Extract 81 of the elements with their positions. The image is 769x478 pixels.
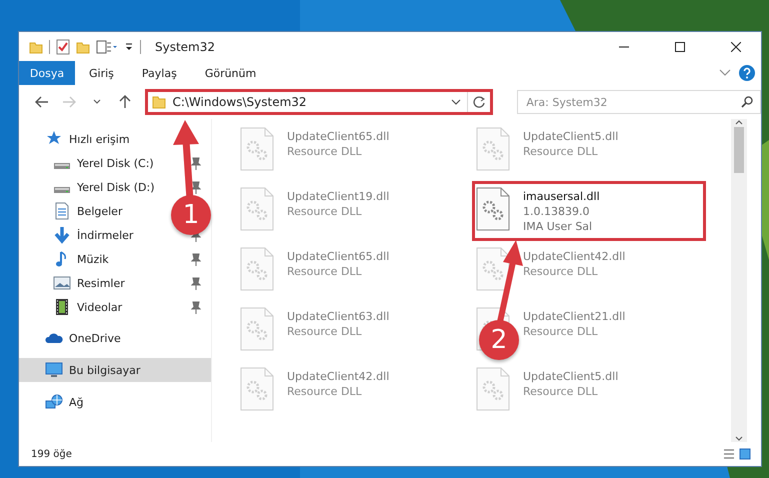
nav-item[interactable]: Hızlı erişim [19,127,169,151]
nav-item[interactable]: Yerel Disk (C:) [19,151,169,175]
gear-file-icon [240,187,274,231]
pin-icon [191,252,201,266]
pin-icon [191,180,201,194]
file-detail: Resource DLL [523,264,599,279]
refresh-icon[interactable] [473,96,486,108]
ribbon-tab[interactable]: Paylaş [128,61,191,85]
down-arrow-icon [53,226,71,244]
gear-file-icon [476,187,510,231]
chevron-down-icon[interactable] [451,99,462,105]
file-name[interactable]: UpdateClient63.dll [287,309,390,324]
file-name[interactable]: imausersal.dll [523,189,600,204]
address-path: C:\Windows\System32 [172,95,308,109]
folder-icon [152,95,166,109]
scrollbar[interactable] [731,119,747,442]
maximize-icon [675,42,685,52]
ribbon-tab[interactable]: Görünüm [190,61,270,85]
gear-file-icon [476,247,510,291]
ribbon-tab[interactable]: Giriş [75,61,128,85]
gear-file-icon [240,307,274,351]
large-icons-view-icon[interactable] [739,448,751,460]
file-detail: Resource DLL [287,384,363,399]
picture-icon [53,274,71,292]
nav-item[interactable]: İndirmeler [19,223,169,247]
file-detail: Resource DLL [523,144,599,159]
film-icon [53,298,71,316]
nav-item[interactable]: Yerel Disk (D:) [19,175,169,199]
file-detail: IMA User Sal [523,219,594,234]
file-name[interactable]: UpdateClient19.dll [287,189,390,204]
checklist-icon[interactable] [56,38,70,54]
chevron-down-icon [93,99,102,105]
gear-file-icon [476,367,510,411]
file-name[interactable]: UpdateClient65.dll [287,249,390,264]
nav-item[interactable]: OneDrive [19,326,169,350]
file-name[interactable]: UpdateClient5.dll [523,369,618,384]
help-icon[interactable] [739,65,755,81]
nav-item[interactable]: Resimler [19,271,169,295]
pin-icon [191,300,201,314]
file-name[interactable]: UpdateClient42.dll [287,369,390,384]
window-title: System32 [155,40,216,54]
file-detail: Resource DLL [287,324,363,339]
file-name[interactable]: UpdateClient42.dll [523,249,626,264]
nav-item[interactable]: Müzik [19,247,169,271]
file-detail: Resource DLL [287,264,363,279]
close-icon [731,42,741,52]
file-detail: Resource DLL [523,324,599,339]
monitor-icon [45,361,63,379]
document-icon [53,202,71,220]
nav-item[interactable]: Videolar [19,295,169,319]
gear-file-icon [476,127,510,171]
back-arrow-icon [34,96,49,108]
file-menu-button[interactable]: Dosya [19,61,75,85]
file-detail: Resource DLL [523,384,599,399]
gear-file-icon [240,127,274,171]
nav-item[interactable]: Belgeler [19,199,169,223]
scrollbar-thumb[interactable] [734,127,744,173]
scroll-down-icon[interactable] [735,436,743,442]
details-view-icon[interactable] [723,448,735,460]
pin-icon [191,156,201,170]
pin-icon [191,276,201,290]
nav-item[interactable]: Ağ [19,390,169,414]
file-detail: 1.0.13839.0 [523,204,590,219]
file-name[interactable]: UpdateClient65.dll [287,129,390,144]
forward-arrow-icon [62,96,76,108]
properties-icon[interactable] [96,40,118,54]
search-field[interactable]: Ara: System32 [517,90,761,114]
file-name[interactable]: UpdateClient21.dll [523,309,626,324]
nav-item[interactable]: Bu bilgisayar [19,358,211,382]
gear-file-icon [240,367,274,411]
item-count: 199 öğe [31,448,72,460]
gear-file-icon [240,247,274,291]
search-icon[interactable] [740,96,753,108]
file-detail: Resource DLL [287,204,363,219]
network-icon [45,393,63,411]
address-bar[interactable]: C:\Windows\System32 [145,89,494,115]
file-detail: Resource DLL [287,144,363,159]
up-arrow-icon [118,95,131,109]
file-name[interactable]: UpdateClient5.dll [523,129,618,144]
dropdown-icon[interactable] [124,40,134,52]
scroll-up-icon[interactable] [735,119,743,125]
